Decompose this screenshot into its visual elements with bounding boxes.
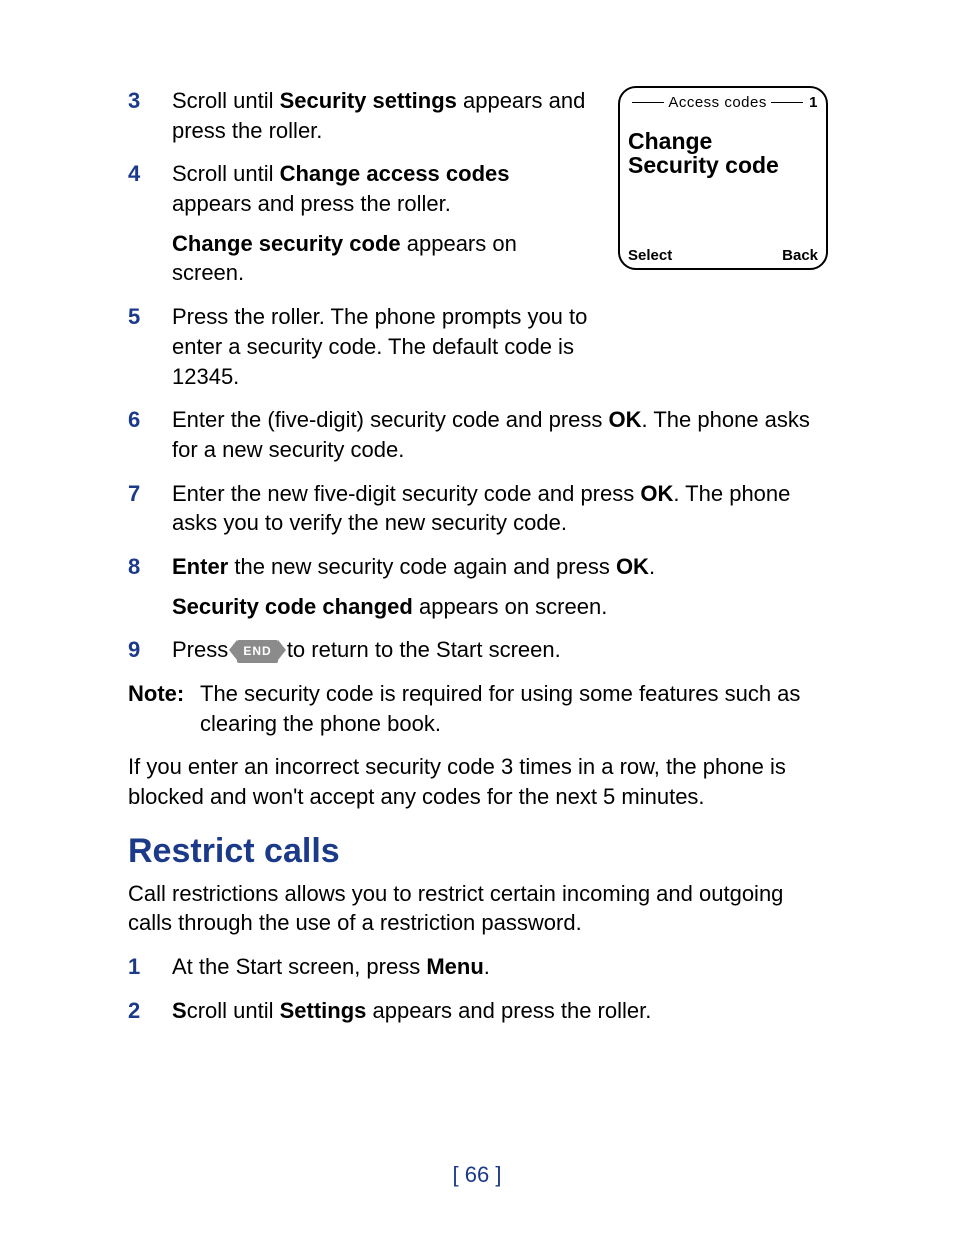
step-4: 4 Scroll until Change access codes appea…	[128, 159, 588, 288]
step-7: 7 Enter the new five-digit security code…	[128, 479, 828, 538]
note-text: The security code is required for using …	[200, 679, 828, 738]
step-subtext: Security code changed appears on screen.	[172, 592, 828, 622]
screen-header: Access codes 1	[628, 94, 818, 111]
restrict-step-2: 2 Scroll until Settings appears and pres…	[128, 996, 828, 1026]
block-warning: If you enter an incorrect security code …	[128, 752, 828, 811]
step-body: Enter the new security code again and pr…	[172, 552, 828, 621]
screen-index: 1	[807, 94, 818, 111]
step-number: 9	[128, 635, 172, 665]
step-9: 9 Press END to return to the Start scree…	[128, 635, 828, 665]
note-block: Note: The security code is required for …	[128, 679, 828, 738]
step-5: 5 Press the roller. The phone prompts yo…	[128, 302, 588, 391]
screen-line2: Security code	[628, 153, 818, 177]
screen-softkeys: Select Back	[628, 247, 818, 264]
step-8: 8 Enter the new security code again and …	[128, 552, 828, 621]
step-body: Scroll until Settings appears and press …	[172, 996, 828, 1026]
step-subtext: Change security code appears on screen.	[172, 229, 588, 288]
step-number: 8	[128, 552, 172, 621]
note-label: Note:	[128, 679, 200, 738]
step-number: 4	[128, 159, 172, 288]
step-number: 3	[128, 86, 172, 145]
step-number: 1	[128, 952, 172, 982]
page-content: 3 Scroll until Security settings appears…	[128, 86, 828, 1040]
step-number: 7	[128, 479, 172, 538]
header-rule	[771, 102, 803, 103]
step-body: Press END to return to the Start screen.	[172, 635, 828, 665]
restrict-step-1: 1 At the Start screen, press Menu.	[128, 952, 828, 982]
step-body: Press the roller. The phone prompts you …	[172, 302, 588, 391]
step-body: Enter the (five-digit) security code and…	[172, 405, 828, 464]
screen-header-label: Access codes	[668, 94, 767, 111]
screen-line1: Change	[628, 129, 818, 153]
step-body: Scroll until Security settings appears a…	[172, 86, 588, 145]
step-body: Scroll until Change access codes appears…	[172, 159, 588, 288]
top-row: 3 Scroll until Security settings appears…	[128, 86, 828, 405]
step-number: 6	[128, 405, 172, 464]
steps-column-narrow: 3 Scroll until Security settings appears…	[128, 86, 588, 405]
step-3: 3 Scroll until Security settings appears…	[128, 86, 588, 145]
phone-screen: Access codes 1 Change Security code Sele…	[618, 86, 828, 270]
step-body: Enter the new five-digit security code a…	[172, 479, 828, 538]
softkey-right: Back	[782, 247, 818, 264]
softkey-left: Select	[628, 247, 672, 264]
header-rule	[632, 102, 664, 103]
section-heading: Restrict calls	[128, 832, 828, 871]
step-6: 6 Enter the (five-digit) security code a…	[128, 405, 828, 464]
step-number: 5	[128, 302, 172, 391]
page-number: [ 66 ]	[0, 1162, 954, 1188]
step-number: 2	[128, 996, 172, 1026]
screen-main: Change Security code	[628, 111, 818, 247]
step-body: At the Start screen, press Menu.	[172, 952, 828, 982]
section-intro: Call restrictions allows you to restrict…	[128, 879, 828, 938]
end-key-icon: END	[237, 640, 277, 662]
phone-screen-figure: Access codes 1 Change Security code Sele…	[618, 86, 828, 270]
